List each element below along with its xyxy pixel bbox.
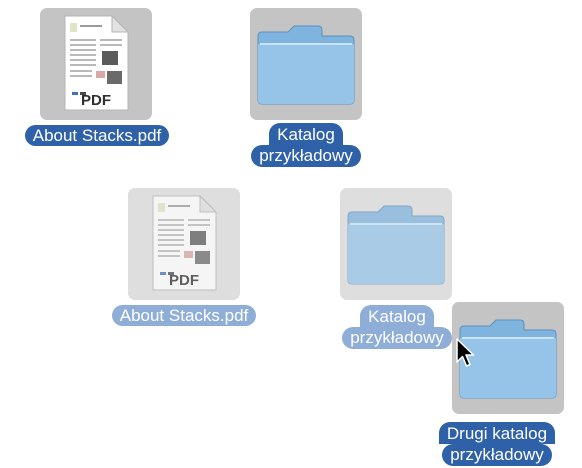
- pdf-icon-tile[interactable]: PDF: [40, 8, 152, 120]
- folder-name-line-2: przykładowy: [342, 327, 452, 349]
- folder-name-line-1: Katalog: [360, 305, 434, 327]
- folder-label[interactable]: Drugi katalog przykładowy: [412, 422, 582, 466]
- file-label-ghost: About Stacks.pdf: [89, 305, 279, 326]
- pdf-document-icon: PDF: [152, 194, 218, 291]
- file-name: About Stacks.pdf: [24, 125, 170, 146]
- folder-name-line-2: przykładowy: [251, 145, 361, 167]
- folder-icon: [347, 205, 445, 285]
- folder-icon: [257, 25, 355, 105]
- file-name: About Stacks.pdf: [111, 305, 257, 326]
- file-label[interactable]: About Stacks.pdf: [4, 125, 190, 146]
- folder-name-line-1: Drugi katalog: [438, 422, 556, 444]
- folder-icon-tile-ghost[interactable]: [340, 188, 452, 300]
- pdf-badge: PDF: [169, 272, 199, 289]
- pdf-icon-tile-ghost[interactable]: PDF: [128, 188, 240, 300]
- folder-label[interactable]: Katalog przykładowy: [200, 123, 412, 167]
- arrow-pointer-icon: [456, 338, 475, 367]
- pdf-document-icon: PDF: [64, 14, 130, 111]
- folder-name-line-2: przykładowy: [442, 444, 552, 466]
- folder-name-line-1: Katalog: [269, 123, 343, 145]
- pdf-badge: PDF: [81, 92, 111, 109]
- folder-icon-tile[interactable]: [250, 8, 362, 120]
